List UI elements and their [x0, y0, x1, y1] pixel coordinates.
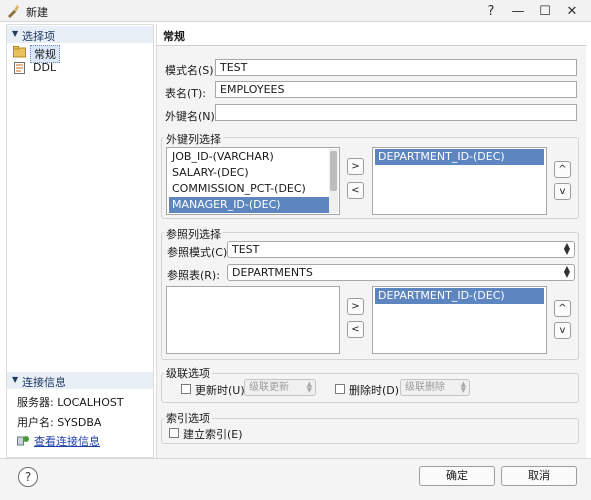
- help-icon[interactable]: ?: [18, 467, 38, 487]
- ref-schema-select[interactable]: TEST ▲ ▼: [227, 241, 575, 258]
- ref-available-list[interactable]: [166, 286, 340, 354]
- ref-table-select[interactable]: DEPARTMENTS ▲ ▼: [227, 264, 575, 281]
- add-ref-column-button[interactable]: >: [347, 298, 364, 315]
- list-item-selected[interactable]: MANAGER_ID-(DEC): [169, 197, 329, 213]
- tree-item-general[interactable]: 常规: [13, 45, 151, 63]
- app-icon: [8, 5, 19, 18]
- ref-move-down-button[interactable]: v: [554, 322, 571, 339]
- on-delete-select: 级联删除 ▲ ▼: [400, 379, 470, 396]
- on-delete-label: 删除时(D):: [349, 384, 403, 397]
- section-header-options[interactable]: ▼ 选择项: [7, 26, 153, 43]
- window-title: 新建: [26, 6, 48, 19]
- user-info: 用户名: SYSDBA: [17, 416, 102, 429]
- connection-icon: [17, 436, 29, 446]
- list-item-selected[interactable]: DEPARTMENT_ID-(DEC): [375, 288, 544, 304]
- move-up-button[interactable]: ^: [554, 161, 571, 178]
- build-index-label: 建立索引(E): [183, 428, 243, 441]
- list-item[interactable]: SALARY-(DEC): [169, 165, 329, 181]
- fk-name-field[interactable]: [215, 104, 577, 121]
- chevron-updown-icon: ▲ ▼: [460, 380, 466, 394]
- minimize-icon[interactable]: —: [506, 2, 530, 20]
- ref-table-label: 参照表(R):: [167, 269, 220, 282]
- on-update-checkbox[interactable]: [181, 384, 191, 394]
- chevron-updown-icon: ▲ ▼: [563, 264, 570, 279]
- cascade-group-title: 级联选项: [164, 365, 212, 381]
- scrollbar-thumb[interactable]: [330, 151, 337, 191]
- maximize-icon[interactable]: ☐: [533, 2, 557, 20]
- list-item-selected[interactable]: DEPARTMENT_ID-(DEC): [375, 149, 544, 165]
- collapse-icon: ▼: [12, 29, 19, 38]
- move-down-button[interactable]: v: [554, 183, 571, 200]
- section-header-connection[interactable]: ▼ 连接信息: [7, 372, 153, 389]
- collapse-icon: ▼: [12, 375, 19, 384]
- page-title: 常规: [163, 30, 185, 43]
- ref-schema-label: 参照模式(C):: [167, 246, 231, 259]
- on-delete-checkbox[interactable]: [335, 384, 345, 394]
- tree-item-ddl[interactable]: DDL: [13, 61, 151, 76]
- on-update-select: 级联更新 ▲ ▼: [244, 379, 316, 396]
- ok-button[interactable]: 确定: [419, 466, 495, 486]
- build-index-checkbox[interactable]: [169, 428, 179, 438]
- schema-field[interactable]: TEST: [215, 59, 577, 76]
- on-update-label: 更新时(U):: [195, 384, 249, 397]
- ref-column-group-title: 参照列选择: [164, 226, 223, 242]
- form-header: 常规: [157, 24, 587, 46]
- scrollbar[interactable]: [329, 149, 338, 213]
- chevron-updown-icon: ▲ ▼: [306, 380, 312, 394]
- schema-label: 模式名(S):: [165, 64, 218, 77]
- ddl-file-icon: [14, 62, 25, 74]
- general-form: 常规 模式名(S): TEST 表名(T): EMPLOYEES 外键名(N):…: [156, 24, 587, 458]
- index-group-title: 索引选项: [164, 410, 212, 426]
- title-bar: 新建 ? — ☐ ✕: [0, 0, 591, 22]
- fk-available-list[interactable]: JOB_ID-(VARCHAR) SALARY-(DEC) COMMISSION…: [166, 147, 340, 215]
- close-icon[interactable]: ✕: [560, 2, 584, 20]
- folder-icon: [13, 46, 26, 58]
- list-item[interactable]: COMMISSION_PCT-(DEC): [169, 181, 329, 197]
- server-info: 服务器: LOCALHOST: [17, 396, 124, 409]
- dialog-footer: ? 确定 取消: [0, 458, 591, 500]
- remove-column-button[interactable]: <: [347, 182, 364, 199]
- fk-name-label: 外键名(N):: [165, 110, 219, 123]
- fk-column-group-title: 外键列选择: [164, 131, 223, 147]
- fk-selected-list[interactable]: DEPARTMENT_ID-(DEC): [372, 147, 547, 215]
- navigation-pane: ▼ 选择项 常规 DDL ▼ 连接信息 服务器: LOCALHOST 用户名: …: [6, 24, 154, 458]
- remove-ref-column-button[interactable]: <: [347, 321, 364, 338]
- view-connection-link[interactable]: 查看连接信息: [17, 433, 100, 449]
- table-field[interactable]: EMPLOYEES: [215, 81, 577, 98]
- list-item[interactable]: JOB_ID-(VARCHAR): [169, 149, 329, 165]
- chevron-updown-icon: ▲ ▼: [563, 241, 570, 256]
- ref-move-up-button[interactable]: ^: [554, 300, 571, 317]
- cancel-button[interactable]: 取消: [501, 466, 577, 486]
- ref-selected-list[interactable]: DEPARTMENT_ID-(DEC): [372, 286, 547, 354]
- help-icon[interactable]: ?: [479, 2, 503, 20]
- add-column-button[interactable]: >: [347, 158, 364, 175]
- table-label: 表名(T):: [165, 87, 207, 100]
